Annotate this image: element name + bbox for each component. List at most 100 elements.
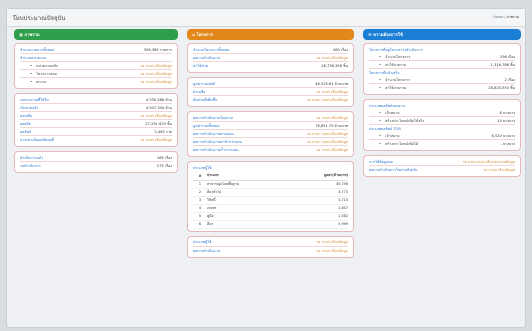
- stat-row[interactable]: เบิกจ่ายแล้ว 4,507,344 ล้าน: [20, 104, 172, 112]
- stat-row[interactable]: ผลการดำเนินงาน รอ กรอก เลือกข้อมูล: [193, 247, 348, 255]
- stat-value: 6,520 บางบาง: [491, 133, 515, 138]
- breadcrumb-current: ภาพรวม: [506, 15, 519, 19]
- stat-value: 4,507,344 ล้าน: [145, 105, 172, 110]
- overview-header[interactable]: ▦ ภาพรวม: [14, 29, 178, 40]
- project-card-4: ประเภทผู้ใช้ รอ กรอก เลือกข้อมูล ผลการดำเน…: [187, 235, 354, 258]
- overview-card-2: งบประมาณที่ได้รับ 4,530,586 ล้าน เบิกจ่ายแ…: [14, 93, 178, 147]
- stat-row[interactable]: จำนวนรายการทั้งหมด 306,385 รายการ: [20, 46, 172, 54]
- stat-row[interactable]: จำนวนโครงการทั้งหมด 480 เรื่อง: [193, 46, 348, 54]
- stat-value: 2,462 ราย: [154, 129, 173, 134]
- stat-row[interactable]: ค่าเฉลี่ย รอ กรอก เลือกข้อมูล: [193, 88, 348, 96]
- table-row[interactable]: 2 อื่นๆทั่วไป 4,773: [193, 188, 348, 197]
- row-index: 1: [193, 180, 207, 189]
- stat-row[interactable]: มูลค่ารวมสุทธิ 46,525.61 ล้านบาท: [193, 80, 348, 88]
- stat-value: รอ กรอก เลือกข้อมูล: [316, 55, 348, 60]
- row-type: อื่นๆ: [207, 220, 288, 229]
- demand-column: ☰ ความต้องการใช้ โครงการที่อยู่ในระหว่าง…: [363, 29, 521, 181]
- table-row[interactable]: 1 สาธารณูปโภคพื้นฐาน 45,756: [193, 180, 348, 189]
- stat-value: 14 บางบาง: [497, 118, 515, 123]
- stat-row[interactable]: ผลลัพธ์ 2,462 ราย: [20, 128, 172, 136]
- project-header[interactable]: ⌂ โครงการ: [187, 29, 354, 40]
- stat-row[interactable]: งบประมาณที่ได้รับ 4,530,586 ล้าน: [20, 96, 172, 104]
- row-value: 5,999: [287, 220, 348, 229]
- table-row[interactable]: 4 เกษตร 2,837: [193, 204, 348, 213]
- stat-row[interactable]: สร้างประโยชน์เพิ่มได้ - บางบาง: [369, 140, 515, 148]
- demand-header-label: ความต้องการใช้: [373, 32, 403, 37]
- row-type: อื่นๆทั่วไป: [207, 188, 288, 197]
- breadcrumb-home[interactable]: Home: [493, 15, 503, 19]
- stat-row[interactable]: จำนวนโครงการ 296 เรื่อง: [369, 53, 515, 61]
- stat-row[interactable]: ผลการดำเนินงานตามแผน รอ กรอก กรุณาเลือกข้…: [193, 130, 348, 138]
- stat-row[interactable]: สถานะ รอ กรอก เลือกข้อมูล: [20, 78, 172, 86]
- stat-row[interactable]: ค่าใช้จ่าย 26,736,358 ชิ้น: [193, 62, 348, 70]
- stat-row[interactable]: เป้าหมาย 8 บางบาง: [369, 109, 515, 117]
- stat-row[interactable]: โครงการย่อย รอ กรอก เลือกข้อมูล: [20, 70, 172, 78]
- stat-row[interactable]: ดำเนินการแล้ว 189 เรื่อง: [20, 154, 172, 162]
- stat-row[interactable]: การประเมินผลสัมฤทธิ์ รอ กรอก เลือกข้อมูล: [20, 136, 172, 144]
- stat-value: 275 เรื่อง: [156, 164, 172, 168]
- row-type: คู่มือ: [207, 212, 288, 221]
- row-index: 5: [193, 212, 207, 221]
- stat-label: ผลการดำเนินงาน: [193, 55, 221, 60]
- stat-row[interactable]: สัดส่วนที่เพิ่มขึ้น รอ กรอก กรุณาเลือกข้อ…: [193, 96, 348, 104]
- stat-row[interactable]: มูลค่ารวมทั้งหมด 76,651.79 ล้านบาท: [193, 122, 348, 130]
- overview-header-label: ภาพรวม: [24, 32, 40, 37]
- stat-row[interactable]: ผลการดำเนินงาน รอ กรอก เลือกข้อมูล: [193, 54, 348, 62]
- stat-value: รอ กรอก เลือกข้อมูล: [316, 89, 348, 94]
- table-header-index: #: [193, 172, 207, 181]
- stat-label: ค่าใช้จ่ายรวม: [379, 85, 406, 91]
- stat-row[interactable]: รอดำเนินการ 275 เรื่อง: [20, 162, 172, 170]
- category-table-card: ประเภทผู้ใช้ # ประเภท มูลค่า(ล้านบาท) 1ส…: [187, 161, 354, 232]
- stat-value: 2 เรื่อง: [504, 77, 515, 82]
- table-row[interactable]: 3 ใช้หนี้ 3,710: [193, 196, 348, 205]
- stat-label: ผลการดำเนินงาน: [193, 248, 221, 253]
- stat-value: รอ กรอก เลือกข้อมูล: [316, 248, 348, 253]
- page-frame: ปีงบประมาณปัจจุบัน Home / ภาพรวม ▦ ภาพรว…: [6, 8, 526, 328]
- overview-column: ▦ ภาพรวม จำนวนรายการทั้งหมด 306,385 รายกา…: [14, 29, 178, 177]
- row-index: 2: [193, 188, 207, 197]
- stat-row[interactable]: ค่าใช้จ่ายรวม 28,820,550 ชิ้น: [369, 84, 515, 92]
- stat-label: ผลลัพธ์: [20, 129, 32, 134]
- stat-value: รอ กรอกกรุณาเลือกประเภทข้อมูล: [462, 159, 515, 164]
- stat-row[interactable]: จำนวนโครงการ 2 เรื่อง: [369, 76, 515, 84]
- stat-row[interactable]: สร้างประโยชน์เพิ่มได้จริง 14 บางบาง: [369, 117, 515, 125]
- stat-label: รอดำเนินการ: [20, 164, 41, 168]
- stat-value: 46,525.61 ล้านบาท: [315, 81, 348, 86]
- stat-row[interactable]: จำนวนหน่วยงาน: [20, 54, 172, 62]
- stat-row[interactable]: เป้าหมาย 6,520 บางบาง: [369, 132, 515, 140]
- stat-label: เบิกจ่ายแล้ว: [20, 105, 39, 110]
- stat-row[interactable]: ผลการดำเนินงานเร็วกว่าแผน รอ กรอก เลือกข้…: [193, 146, 348, 154]
- stat-label: ค่าใช้จ่ายรวม: [379, 62, 406, 68]
- stat-label: ค่าใช้จ่าย: [193, 64, 208, 68]
- row-type: สาธารณูปโภคพื้นฐาน: [207, 180, 288, 189]
- stat-label: ผลการดำเนินงานเร็วกว่าแผน: [193, 148, 239, 152]
- table-row[interactable]: 5 คู่มือ 1,582: [193, 212, 348, 221]
- project-card-3: ผลการดำเนินงานโดยรวม รอ กรอก เลือกข้อมูลม…: [187, 111, 354, 157]
- stat-row[interactable]: หน่วยงานหลัก รอ กรอก เลือกข้อมูล: [20, 62, 172, 70]
- stat-label: จำนวนโครงการทั้งหมด: [193, 47, 230, 52]
- stat-row[interactable]: ผลการดำเนินงานล่าช้ากว่าแผน รอ กรอก กรุณา…: [193, 138, 348, 146]
- stat-label: เป้าหมาย: [379, 133, 399, 139]
- stat-row[interactable]: ประเภทผู้ใช้ รอ กรอก เลือกข้อมูล: [193, 239, 348, 247]
- stat-row[interactable]: ค่าใช้จ่ายรวม 1,316,786 ชิ้น: [369, 61, 515, 69]
- stat-row[interactable]: คงเหลือ รอ กรอก เลือกข้อมูล: [20, 112, 172, 120]
- stat-label: สร้างประโยชน์เพิ่มได้: [379, 141, 418, 147]
- stat-value: รอ กรอก เลือกข้อมูล: [140, 80, 172, 84]
- stat-value: รอ กรอก เลือกข้อมูล: [316, 240, 348, 244]
- row-type: ใช้หนี้: [207, 196, 288, 205]
- row-value: 3,710: [287, 196, 348, 205]
- stat-value: รอ กรอก กรุณาเลือกข้อมูล: [306, 131, 348, 136]
- stat-value: 296 เรื่อง: [499, 54, 515, 59]
- stat-label: การใช้ข้อมูลผล: [369, 159, 393, 164]
- table-row[interactable]: 6 อื่นๆ 5,999: [193, 220, 348, 229]
- stat-row[interactable]: การใช้ข้อมูลผล รอ กรอกกรุณาเลือกประเภทข้อ…: [369, 158, 515, 166]
- stat-row[interactable]: ผลการดำเนินการในส่วนจังหวัด รอ กรอก เลือก…: [369, 166, 515, 174]
- demand-header[interactable]: ☰ ความต้องการใช้: [363, 29, 521, 40]
- stat-value: 27,291,620 ชิ้น: [145, 121, 172, 126]
- stat-value: 26,736,358 ชิ้น: [321, 64, 348, 68]
- section-label: ประเภทผลลัพธ์ของงาน: [369, 103, 405, 108]
- project-header-label: โครงการ: [196, 32, 213, 37]
- stat-label: จำนวนหน่วยงาน: [20, 55, 47, 60]
- stat-row[interactable]: ผลการดำเนินงานโดยรวม รอ กรอก เลือกข้อมูล: [193, 114, 348, 122]
- stat-row[interactable]: ผลผลิต 27,291,620 ชิ้น: [20, 120, 172, 128]
